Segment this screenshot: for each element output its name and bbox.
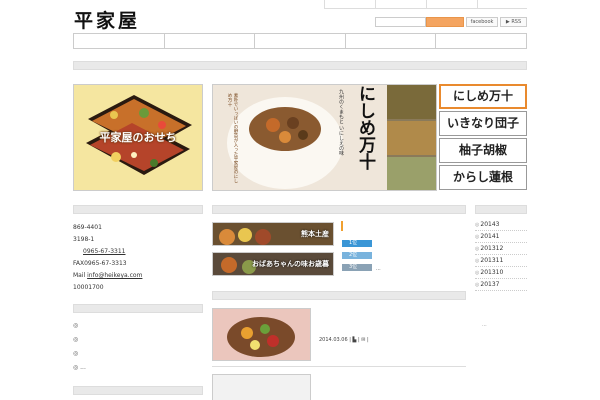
search-input[interactable] bbox=[375, 17, 426, 27]
ranking-item-2[interactable]: 2位 bbox=[342, 252, 372, 259]
contact-fax: FAX0965-67-3313 bbox=[73, 260, 127, 267]
osechi-banner[interactable]: 平家屋のおせち bbox=[73, 84, 203, 191]
nav-item[interactable] bbox=[436, 34, 526, 48]
hero-slide[interactable]: 素朴でいっぱいの野菜が入った平家屋のにしめ万十 九州のくまもと いにしえの味 に… bbox=[212, 84, 437, 191]
contact-mail: Mail info@heikeya.com bbox=[73, 272, 142, 279]
product-button-nishime[interactable]: にしめ万十 bbox=[439, 84, 527, 109]
facebook-link[interactable]: facebook bbox=[466, 17, 498, 27]
nav-item[interactable] bbox=[346, 34, 437, 48]
archive-item[interactable]: 20137 bbox=[475, 279, 527, 291]
banner-obaachan[interactable]: おばあちゃんの味お歳暮 bbox=[212, 252, 334, 276]
left-list-heading-bar bbox=[73, 304, 203, 313]
post-thumbnail-2[interactable] bbox=[212, 374, 311, 400]
post-divider bbox=[212, 366, 466, 367]
left-list-item[interactable]: ◎ bbox=[73, 322, 78, 329]
contact-heading-bar bbox=[73, 205, 203, 214]
archive-more[interactable]: ... bbox=[482, 322, 487, 328]
post-food-image bbox=[213, 309, 310, 360]
hero-product-title: にしめ万十 bbox=[355, 85, 375, 170]
left-list-item[interactable]: ◎ bbox=[73, 350, 78, 357]
rss-icon: ▶ bbox=[505, 19, 510, 25]
archive-item[interactable]: 20143 bbox=[475, 219, 527, 231]
global-nav bbox=[73, 33, 527, 49]
banner-label: 熊本土産 bbox=[301, 229, 329, 238]
product-button-yuzu[interactable]: 柚子胡椒 bbox=[439, 138, 527, 163]
osechi-label: 平家屋のおせち bbox=[99, 131, 177, 144]
contact-address: 3198-1 bbox=[73, 236, 95, 243]
product-button-ikinari[interactable]: いきなり団子 bbox=[439, 111, 527, 136]
archive-heading-bar bbox=[475, 205, 527, 214]
search-button[interactable] bbox=[426, 17, 464, 27]
rss-label: RSS bbox=[511, 19, 522, 25]
post-date: 2014.03.06 bbox=[319, 337, 348, 343]
archive-item[interactable]: 201312 bbox=[475, 243, 527, 255]
contact-tel-link[interactable]: 0965-67-3311 bbox=[83, 248, 126, 255]
tel-link[interactable]: 0965-67-3311 bbox=[83, 248, 126, 255]
ranking-more[interactable]: ... bbox=[376, 266, 381, 272]
nav-item[interactable] bbox=[165, 34, 256, 48]
breadcrumb-bar bbox=[73, 61, 527, 70]
top-utility-tabs bbox=[324, 0, 527, 9]
archive-item[interactable]: 201310 bbox=[475, 267, 527, 279]
left-list-item[interactable]: ◎ bbox=[73, 336, 78, 343]
middle-heading-bar bbox=[212, 205, 466, 214]
news-heading-bar bbox=[212, 291, 466, 300]
archive-item[interactable]: 201311 bbox=[475, 255, 527, 267]
post-thumbnail[interactable] bbox=[212, 308, 311, 361]
mail-link[interactable]: info@heikeya.com bbox=[87, 272, 142, 279]
mail-label: Mail bbox=[73, 272, 86, 279]
nav-item[interactable] bbox=[255, 34, 346, 48]
site-logo[interactable]: 平家屋 bbox=[74, 6, 140, 33]
left-list-more[interactable]: ◎ ... bbox=[73, 364, 86, 371]
hero-copy: 素朴でいっぱいの野菜が入った平家屋のにしめ万十 bbox=[227, 93, 238, 183]
archive-item[interactable]: 20141 bbox=[475, 231, 527, 243]
top-tabs-bottom-line bbox=[325, 8, 527, 9]
manju-image bbox=[213, 85, 436, 190]
contact-postal: 869-4401 bbox=[73, 224, 102, 231]
nav-item[interactable] bbox=[74, 34, 165, 48]
rss-link[interactable]: ▶ RSS bbox=[500, 17, 527, 27]
ranking-item-1[interactable]: 1位 bbox=[342, 240, 372, 247]
post-meta: 2014.03.06 | ▙ | ✉ | bbox=[319, 337, 369, 343]
hero-tagline: 九州のくまもと いにしえの味 bbox=[338, 89, 344, 156]
contact-hours: 10001700 bbox=[73, 284, 104, 291]
product-button-karashi[interactable]: からし蓮根 bbox=[439, 165, 527, 190]
left-list-heading-bar-2 bbox=[73, 386, 203, 395]
post-meta-icons[interactable]: | ▙ | ✉ | bbox=[349, 337, 368, 343]
ranking-accent bbox=[341, 221, 343, 231]
ranking-item-3[interactable]: 3位 bbox=[342, 264, 372, 271]
banner-kumamoto-souvenir[interactable]: 熊本土産 bbox=[212, 222, 334, 246]
banner-label: おばあちゃんの味お歳暮 bbox=[252, 259, 329, 268]
